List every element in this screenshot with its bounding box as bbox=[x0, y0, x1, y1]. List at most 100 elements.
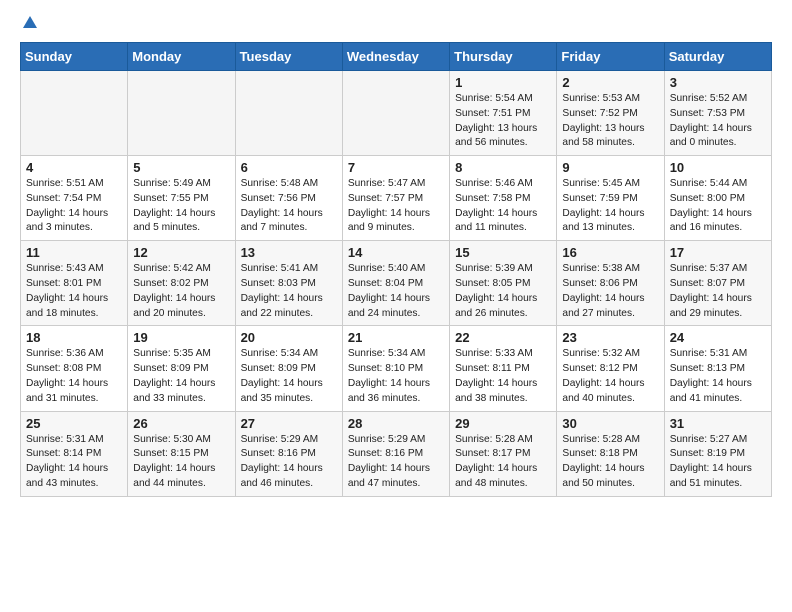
weekday-header: Monday bbox=[128, 43, 235, 71]
day-number: 2 bbox=[562, 75, 658, 90]
day-info: Sunrise: 5:54 AM Sunset: 7:51 PM Dayligh… bbox=[455, 92, 551, 151]
day-info: Sunrise: 5:34 AM Sunset: 8:10 PM Dayligh… bbox=[348, 347, 444, 406]
day-number: 27 bbox=[241, 416, 337, 431]
calendar-cell: 24 Sunrise: 5:31 AM Sunset: 8:13 PM Dayli… bbox=[664, 326, 771, 411]
logo-icon bbox=[21, 14, 39, 32]
day-number: 28 bbox=[348, 416, 444, 431]
calendar-cell: 18 Sunrise: 5:36 AM Sunset: 8:08 PM Dayli… bbox=[21, 326, 128, 411]
day-info: Sunrise: 5:46 AM Sunset: 7:58 PM Dayligh… bbox=[455, 177, 551, 236]
day-info: Sunrise: 5:35 AM Sunset: 8:09 PM Dayligh… bbox=[133, 347, 229, 406]
calendar-cell: 7 Sunrise: 5:47 AM Sunset: 7:57 PM Daylig… bbox=[342, 156, 449, 241]
calendar-cell: 12Sunrise: 5:42 AM Sunset: 8:02 PM Dayli… bbox=[128, 241, 235, 326]
calendar-cell: 6 Sunrise: 5:48 AM Sunset: 7:56 PM Daylig… bbox=[235, 156, 342, 241]
day-number: 20 bbox=[241, 330, 337, 345]
calendar-cell: 21 Sunrise: 5:34 AM Sunset: 8:10 PM Dayli… bbox=[342, 326, 449, 411]
calendar-cell: 8Sunrise: 5:46 AM Sunset: 7:58 PM Daylig… bbox=[450, 156, 557, 241]
day-number: 24 bbox=[670, 330, 766, 345]
calendar-cell: 19 Sunrise: 5:35 AM Sunset: 8:09 PM Dayli… bbox=[128, 326, 235, 411]
day-info: Sunrise: 5:48 AM Sunset: 7:56 PM Dayligh… bbox=[241, 177, 337, 236]
calendar-cell: 9 Sunrise: 5:45 AM Sunset: 7:59 PM Daylig… bbox=[557, 156, 664, 241]
calendar-cell: 23Sunrise: 5:32 AM Sunset: 8:12 PM Dayli… bbox=[557, 326, 664, 411]
day-info: Sunrise: 5:29 AM Sunset: 8:16 PM Dayligh… bbox=[348, 433, 444, 492]
day-info: Sunrise: 5:34 AM Sunset: 8:09 PM Dayligh… bbox=[241, 347, 337, 406]
day-number: 6 bbox=[241, 160, 337, 175]
calendar-cell: 17 Sunrise: 5:37 AM Sunset: 8:07 PM Dayli… bbox=[664, 241, 771, 326]
calendar-cell: 27 Sunrise: 5:29 AM Sunset: 8:16 PM Dayli… bbox=[235, 411, 342, 496]
header bbox=[20, 16, 772, 32]
day-info: Sunrise: 5:44 AM Sunset: 8:00 PM Dayligh… bbox=[670, 177, 766, 236]
day-number: 7 bbox=[348, 160, 444, 175]
calendar-cell: 1 Sunrise: 5:54 AM Sunset: 7:51 PM Daylig… bbox=[450, 71, 557, 156]
day-info: Sunrise: 5:31 AM Sunset: 8:14 PM Dayligh… bbox=[26, 433, 122, 492]
weekday-header: Wednesday bbox=[342, 43, 449, 71]
day-info: Sunrise: 5:28 AM Sunset: 8:17 PM Dayligh… bbox=[455, 433, 551, 492]
calendar-cell: 29 Sunrise: 5:28 AM Sunset: 8:17 PM Dayli… bbox=[450, 411, 557, 496]
day-number: 9 bbox=[562, 160, 658, 175]
calendar-cell: 16Sunrise: 5:38 AM Sunset: 8:06 PM Dayli… bbox=[557, 241, 664, 326]
day-number: 3 bbox=[670, 75, 766, 90]
day-number: 10 bbox=[670, 160, 766, 175]
day-number: 1 bbox=[455, 75, 551, 90]
day-number: 30 bbox=[562, 416, 658, 431]
day-info: Sunrise: 5:43 AM Sunset: 8:01 PM Dayligh… bbox=[26, 262, 122, 321]
day-info: Sunrise: 5:37 AM Sunset: 8:07 PM Dayligh… bbox=[670, 262, 766, 321]
calendar-cell: 3 Sunrise: 5:52 AM Sunset: 7:53 PM Daylig… bbox=[664, 71, 771, 156]
calendar-cell bbox=[342, 71, 449, 156]
logo bbox=[20, 16, 39, 32]
day-info: Sunrise: 5:47 AM Sunset: 7:57 PM Dayligh… bbox=[348, 177, 444, 236]
calendar-cell: 2 Sunrise: 5:53 AM Sunset: 7:52 PM Daylig… bbox=[557, 71, 664, 156]
day-info: Sunrise: 5:42 AM Sunset: 8:02 PM Dayligh… bbox=[133, 262, 229, 321]
day-info: Sunrise: 5:32 AM Sunset: 8:12 PM Dayligh… bbox=[562, 347, 658, 406]
day-info: Sunrise: 5:51 AM Sunset: 7:54 PM Dayligh… bbox=[26, 177, 122, 236]
calendar-cell bbox=[21, 71, 128, 156]
calendar-cell bbox=[128, 71, 235, 156]
day-info: Sunrise: 5:27 AM Sunset: 8:19 PM Dayligh… bbox=[670, 433, 766, 492]
day-info: Sunrise: 5:41 AM Sunset: 8:03 PM Dayligh… bbox=[241, 262, 337, 321]
day-number: 11 bbox=[26, 245, 122, 260]
day-info: Sunrise: 5:31 AM Sunset: 8:13 PM Dayligh… bbox=[670, 347, 766, 406]
day-number: 21 bbox=[348, 330, 444, 345]
day-info: Sunrise: 5:49 AM Sunset: 7:55 PM Dayligh… bbox=[133, 177, 229, 236]
day-number: 25 bbox=[26, 416, 122, 431]
calendar-page: SundayMondayTuesdayWednesdayThursdayFrid… bbox=[0, 0, 792, 517]
calendar-cell: 31Sunrise: 5:27 AM Sunset: 8:19 PM Dayli… bbox=[664, 411, 771, 496]
calendar-cell: 14 Sunrise: 5:40 AM Sunset: 8:04 PM Dayli… bbox=[342, 241, 449, 326]
calendar-cell: 25 Sunrise: 5:31 AM Sunset: 8:14 PM Dayli… bbox=[21, 411, 128, 496]
weekday-header: Tuesday bbox=[235, 43, 342, 71]
calendar-cell: 11 Sunrise: 5:43 AM Sunset: 8:01 PM Dayli… bbox=[21, 241, 128, 326]
day-number: 5 bbox=[133, 160, 229, 175]
day-info: Sunrise: 5:36 AM Sunset: 8:08 PM Dayligh… bbox=[26, 347, 122, 406]
calendar-cell bbox=[235, 71, 342, 156]
day-info: Sunrise: 5:30 AM Sunset: 8:15 PM Dayligh… bbox=[133, 433, 229, 492]
day-number: 18 bbox=[26, 330, 122, 345]
calendar-cell: 10 Sunrise: 5:44 AM Sunset: 8:00 PM Dayli… bbox=[664, 156, 771, 241]
calendar-cell: 22Sunrise: 5:33 AM Sunset: 8:11 PM Dayli… bbox=[450, 326, 557, 411]
calendar-week-row: 1 Sunrise: 5:54 AM Sunset: 7:51 PM Daylig… bbox=[21, 71, 772, 156]
weekday-header: Friday bbox=[557, 43, 664, 71]
calendar-cell: 13 Sunrise: 5:41 AM Sunset: 8:03 PM Dayli… bbox=[235, 241, 342, 326]
day-info: Sunrise: 5:52 AM Sunset: 7:53 PM Dayligh… bbox=[670, 92, 766, 151]
weekday-header: Thursday bbox=[450, 43, 557, 71]
calendar-cell: 20 Sunrise: 5:34 AM Sunset: 8:09 PM Dayli… bbox=[235, 326, 342, 411]
day-info: Sunrise: 5:38 AM Sunset: 8:06 PM Dayligh… bbox=[562, 262, 658, 321]
calendar-cell: 30 Sunrise: 5:28 AM Sunset: 8:18 PM Dayli… bbox=[557, 411, 664, 496]
day-info: Sunrise: 5:29 AM Sunset: 8:16 PM Dayligh… bbox=[241, 433, 337, 492]
day-number: 15 bbox=[455, 245, 551, 260]
day-info: Sunrise: 5:53 AM Sunset: 7:52 PM Dayligh… bbox=[562, 92, 658, 151]
day-number: 14 bbox=[348, 245, 444, 260]
calendar-week-row: 11 Sunrise: 5:43 AM Sunset: 8:01 PM Dayli… bbox=[21, 241, 772, 326]
weekday-header: Saturday bbox=[664, 43, 771, 71]
calendar-week-row: 18 Sunrise: 5:36 AM Sunset: 8:08 PM Dayli… bbox=[21, 326, 772, 411]
calendar-cell: 26Sunrise: 5:30 AM Sunset: 8:15 PM Dayli… bbox=[128, 411, 235, 496]
calendar-cell: 5 Sunrise: 5:49 AM Sunset: 7:55 PM Daylig… bbox=[128, 156, 235, 241]
day-info: Sunrise: 5:28 AM Sunset: 8:18 PM Dayligh… bbox=[562, 433, 658, 492]
day-number: 17 bbox=[670, 245, 766, 260]
day-number: 19 bbox=[133, 330, 229, 345]
weekday-header: Sunday bbox=[21, 43, 128, 71]
calendar-table: SundayMondayTuesdayWednesdayThursdayFrid… bbox=[20, 42, 772, 497]
day-info: Sunrise: 5:40 AM Sunset: 8:04 PM Dayligh… bbox=[348, 262, 444, 321]
day-info: Sunrise: 5:45 AM Sunset: 7:59 PM Dayligh… bbox=[562, 177, 658, 236]
day-number: 29 bbox=[455, 416, 551, 431]
calendar-cell: 4Sunrise: 5:51 AM Sunset: 7:54 PM Daylig… bbox=[21, 156, 128, 241]
day-number: 13 bbox=[241, 245, 337, 260]
